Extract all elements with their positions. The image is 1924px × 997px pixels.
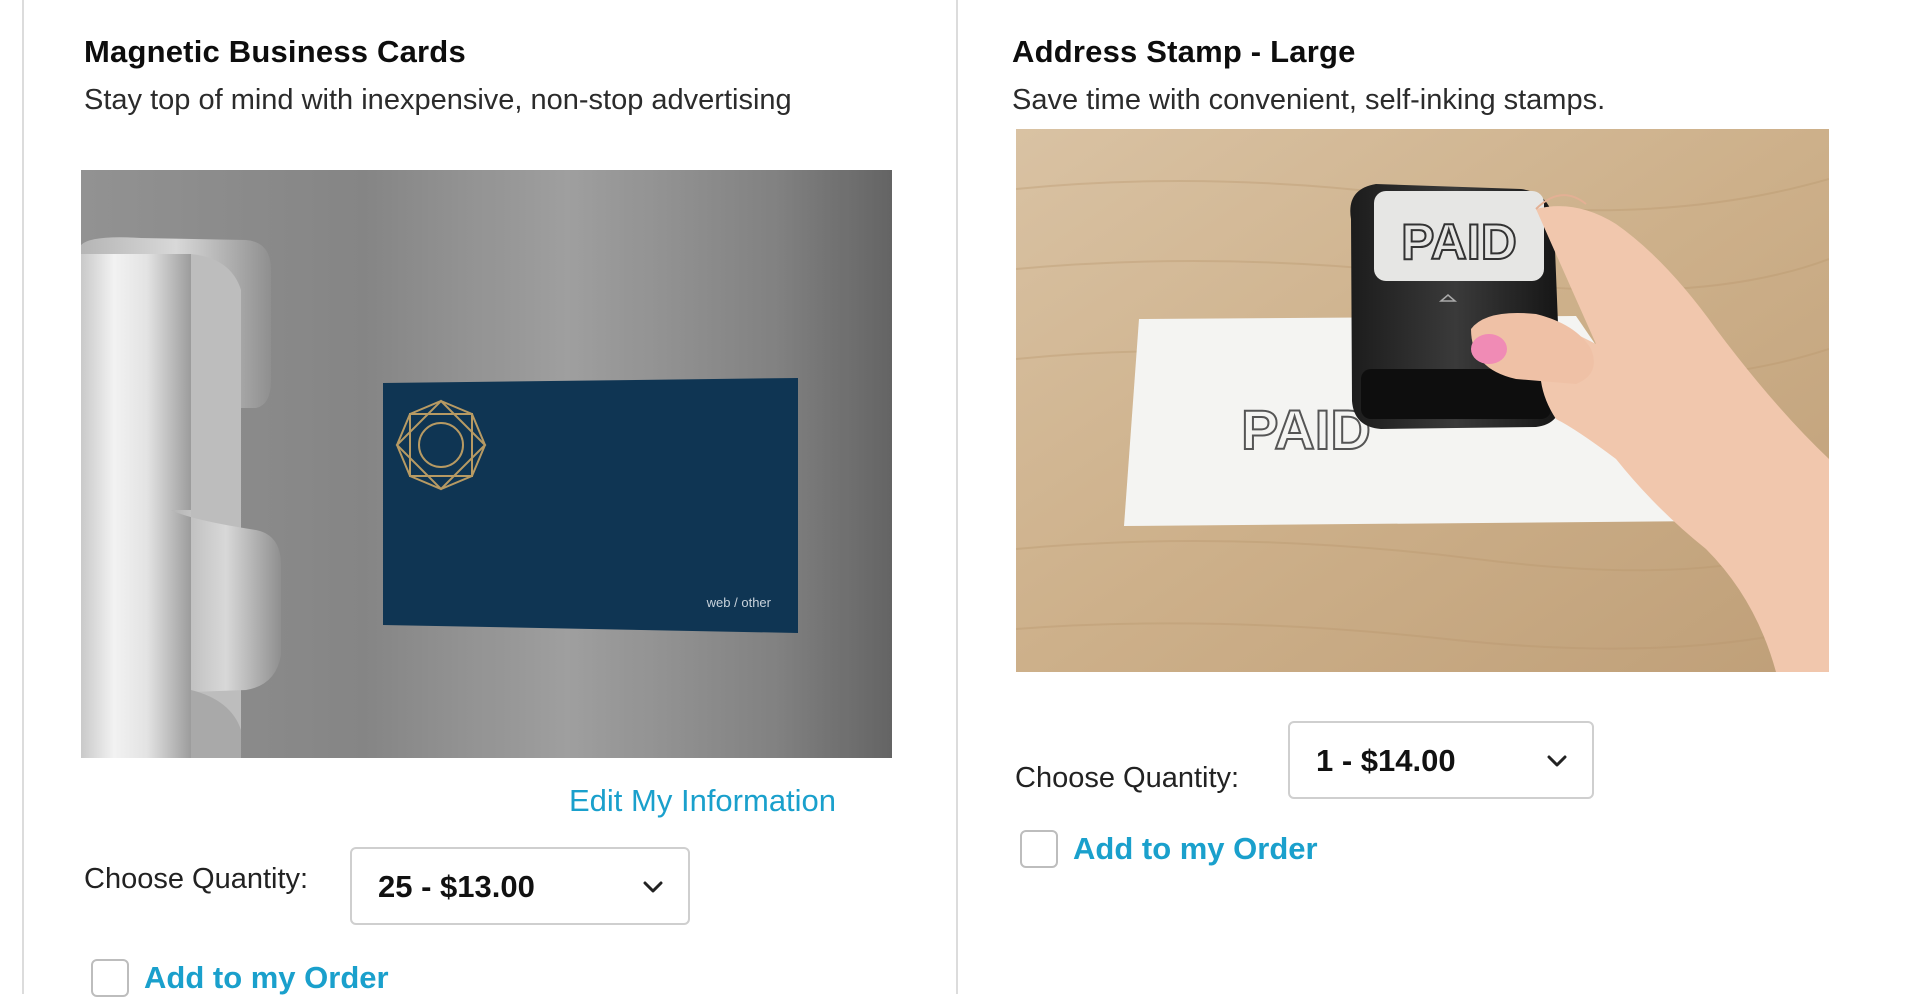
card-web-text: web / other [706, 595, 772, 610]
quantity-label: Choose Quantity: [1015, 762, 1240, 794]
product-title: Address Stamp - Large [1012, 34, 1356, 69]
chevron-down-icon [643, 881, 663, 893]
product-description: Save time with convenient, self-inking s… [1012, 84, 1606, 116]
add-to-order-checkbox[interactable] [91, 959, 129, 997]
add-to-order-row[interactable]: Add to my Order [91, 959, 389, 997]
add-to-order-row[interactable]: Add to my Order [1020, 830, 1318, 868]
quantity-selected-value: 25 - $13.00 [378, 869, 535, 904]
left-divider [22, 0, 24, 994]
add-to-order-label[interactable]: Add to my Order [1073, 831, 1318, 867]
quantity-select[interactable]: 25 - $13.00 [350, 847, 690, 925]
navy-business-card: web / other [383, 378, 798, 633]
stamp-face-text: PAID [1401, 214, 1517, 270]
add-to-order-checkbox[interactable] [1020, 830, 1058, 868]
quantity-selected-value: 1 - $14.00 [1316, 743, 1456, 778]
paper-stamp-impression: PAID [1241, 398, 1371, 461]
quantity-select[interactable]: 1 - $14.00 [1288, 721, 1594, 799]
quantity-label: Choose Quantity: [84, 863, 309, 895]
center-divider [956, 0, 958, 994]
product-description: Stay top of mind with inexpensive, non-s… [84, 84, 792, 116]
edit-my-information-link[interactable]: Edit My Information [569, 783, 836, 819]
product-title: Magnetic Business Cards [84, 34, 466, 69]
add-to-order-label[interactable]: Add to my Order [144, 960, 389, 996]
self-inking-stamp: PAID [1350, 184, 1561, 429]
product-image-stamp: PAID PAID [1016, 129, 1829, 672]
product-image-magnetic-card: web / other [81, 170, 892, 758]
chevron-down-icon [1547, 755, 1567, 767]
